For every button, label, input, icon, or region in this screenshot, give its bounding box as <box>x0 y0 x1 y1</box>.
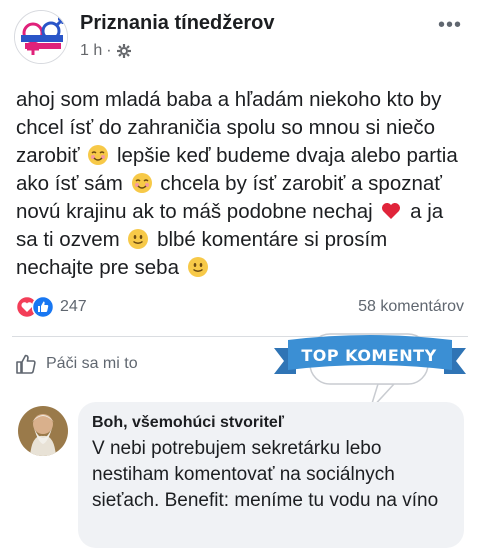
like-reaction-icon <box>32 296 54 318</box>
gear-icon[interactable] <box>116 43 132 59</box>
smiling-face-icon <box>88 145 109 165</box>
comment-text: V nebi potrebujem sekretárku lebo nestih… <box>92 438 439 511</box>
post-text: ahoj som mladá baba a hľadám niekoho kto… <box>16 86 466 282</box>
more-icon[interactable]: ••• <box>438 14 462 37</box>
red-heart-icon <box>382 203 401 219</box>
badge-label: TOP KOMENTY <box>301 346 437 365</box>
like-label: Páči sa mi to <box>46 355 138 372</box>
reaction-count: 247 <box>60 298 87 315</box>
post-header: Priznania tínedžerov 1 h · ••• <box>0 0 480 70</box>
reaction-icons <box>16 296 54 318</box>
reactions-summary[interactable]: 247 <box>16 296 87 318</box>
like-button[interactable]: Páči sa mi to <box>14 352 138 376</box>
post-time[interactable]: 1 h <box>80 42 102 60</box>
comment-bubble: Boh, všemohúci stvoriteľ V nebi potrebuj… <box>78 402 464 548</box>
page-logo <box>15 11 67 63</box>
post-meta: 1 h · <box>80 42 132 60</box>
top-comments-badge <box>274 333 466 410</box>
page-avatar[interactable] <box>14 10 68 64</box>
slight-smile-icon <box>187 257 208 277</box>
comment-author-avatar[interactable] <box>18 406 68 456</box>
meta-separator: · <box>106 42 112 59</box>
slight-smile-icon <box>128 229 149 249</box>
page-name[interactable]: Priznania tínedžerov <box>80 12 275 35</box>
smiling-face-icon <box>131 173 152 193</box>
comments-count[interactable]: 58 komentárov <box>358 298 464 316</box>
avatar <box>18 406 68 456</box>
thumbs-up-icon <box>16 354 36 374</box>
comment-author[interactable]: Boh, všemohúci stvoriteľ <box>92 414 450 432</box>
